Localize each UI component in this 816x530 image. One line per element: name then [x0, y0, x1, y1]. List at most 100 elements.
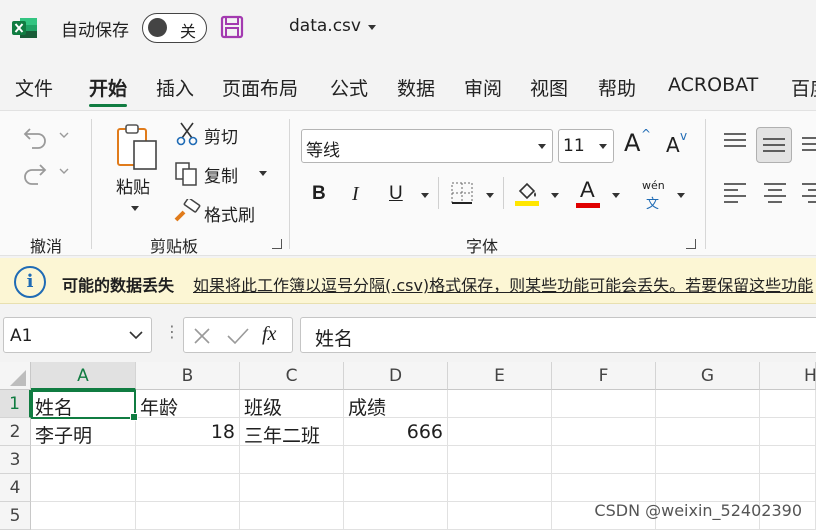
- cell-b2[interactable]: 18: [136, 418, 240, 446]
- decrease-font-button[interactable]: A: [666, 133, 680, 157]
- tab-help[interactable]: 帮助: [598, 74, 636, 101]
- format-painter-icon[interactable]: [173, 199, 201, 223]
- insert-function-button[interactable]: fx: [262, 323, 276, 346]
- align-middle-button[interactable]: [756, 127, 792, 163]
- save-icon[interactable]: [220, 15, 244, 39]
- filename-dropdown-icon[interactable]: [368, 25, 376, 30]
- column-header-g[interactable]: G: [656, 362, 760, 390]
- cell-b4[interactable]: [136, 474, 240, 502]
- redo-icon[interactable]: [22, 159, 74, 185]
- cut-label[interactable]: 剪切: [204, 123, 238, 148]
- cell-g2[interactable]: [656, 418, 760, 446]
- formula-input[interactable]: 姓名: [300, 317, 816, 353]
- cell-b5[interactable]: [136, 502, 240, 530]
- underline-dropdown-icon[interactable]: [421, 193, 429, 198]
- column-header-h[interactable]: H: [760, 362, 816, 390]
- tab-home[interactable]: 开始: [89, 74, 128, 107]
- cell-h1[interactable]: [760, 390, 816, 418]
- font-size-select[interactable]: 11: [558, 129, 614, 163]
- cell-e5[interactable]: [448, 502, 552, 530]
- row-header-3[interactable]: 3: [0, 446, 31, 474]
- enter-check-icon[interactable]: [226, 326, 250, 346]
- paste-dropdown-icon[interactable]: [131, 206, 139, 211]
- phonetic-top[interactable]: wén: [642, 179, 665, 192]
- cell-e3[interactable]: [448, 446, 552, 474]
- paste-icon[interactable]: [114, 123, 160, 171]
- cell-e4[interactable]: [448, 474, 552, 502]
- cell-c3[interactable]: [240, 446, 344, 474]
- name-box[interactable]: A1: [3, 317, 152, 353]
- cell-b1[interactable]: 年龄: [136, 390, 240, 418]
- scissors-icon[interactable]: [176, 121, 198, 147]
- borders-dropdown-icon[interactable]: [486, 193, 494, 198]
- font-name-select[interactable]: 等线: [301, 129, 553, 163]
- cell-b3[interactable]: [136, 446, 240, 474]
- tab-insert[interactable]: 插入: [156, 74, 194, 101]
- cell-d4[interactable]: [344, 474, 448, 502]
- row-header-5[interactable]: 5: [0, 502, 31, 530]
- row-header-2[interactable]: 2: [0, 418, 31, 446]
- cell-d2[interactable]: 666: [344, 418, 448, 446]
- paste-label[interactable]: 粘贴: [116, 173, 150, 198]
- cell-g4[interactable]: [656, 474, 760, 502]
- autosave-toggle[interactable]: 关: [142, 13, 207, 43]
- cell-g3[interactable]: [656, 446, 760, 474]
- align-bottom-icon[interactable]: [800, 131, 816, 153]
- italic-button[interactable]: I: [352, 183, 359, 206]
- align-center-icon[interactable]: [762, 181, 788, 205]
- font-color-button[interactable]: A: [580, 177, 595, 203]
- file-name[interactable]: data.csv: [289, 16, 361, 36]
- underline-button[interactable]: U: [389, 183, 403, 205]
- tab-data[interactable]: 数据: [397, 74, 435, 101]
- cell-h3[interactable]: [760, 446, 816, 474]
- borders-icon[interactable]: [450, 181, 474, 205]
- increase-font-button[interactable]: A: [624, 129, 640, 157]
- cell-a3[interactable]: [31, 446, 136, 474]
- cell-e1[interactable]: [448, 390, 552, 418]
- copy-label[interactable]: 复制: [204, 162, 238, 187]
- cell-a4[interactable]: [31, 474, 136, 502]
- column-header-c[interactable]: C: [240, 362, 344, 390]
- undo-icon[interactable]: [22, 123, 74, 149]
- cell-a2[interactable]: 李子明: [31, 418, 136, 446]
- cell-f2[interactable]: [552, 418, 656, 446]
- bold-button[interactable]: B: [312, 183, 326, 205]
- cell-h4[interactable]: [760, 474, 816, 502]
- tab-formulas[interactable]: 公式: [330, 74, 368, 101]
- row-header-4[interactable]: 4: [0, 474, 31, 502]
- cancel-icon[interactable]: [192, 326, 212, 346]
- font-launcher-icon[interactable]: [686, 239, 696, 249]
- align-top-icon[interactable]: [722, 131, 748, 153]
- tab-view[interactable]: 视图: [530, 74, 568, 101]
- align-left-icon[interactable]: [722, 181, 748, 205]
- tab-review[interactable]: 审阅: [464, 74, 502, 101]
- cell-e2[interactable]: [448, 418, 552, 446]
- cell-d3[interactable]: [344, 446, 448, 474]
- info-message-link[interactable]: 如果将此工作簿以逗号分隔(.csv)格式保存，则某些功能可能会丢失。若要保留这些…: [193, 272, 813, 296]
- column-header-a[interactable]: A: [31, 362, 136, 390]
- row-header-1[interactable]: 1: [0, 390, 31, 418]
- align-right-icon[interactable]: [800, 181, 816, 205]
- cell-c5[interactable]: [240, 502, 344, 530]
- column-header-d[interactable]: D: [344, 362, 448, 390]
- font-color-dropdown-icon[interactable]: [612, 193, 620, 198]
- phonetic-bottom[interactable]: 文: [646, 193, 659, 212]
- cell-f4[interactable]: [552, 474, 656, 502]
- column-header-e[interactable]: E: [448, 362, 552, 390]
- grip-dots-icon[interactable]: ⋮: [164, 322, 180, 341]
- cell-c4[interactable]: [240, 474, 344, 502]
- cell-c1[interactable]: 班级: [240, 390, 344, 418]
- clipboard-launcher-icon[interactable]: [272, 239, 282, 249]
- tab-baidu[interactable]: 百度: [791, 74, 816, 101]
- cell-f1[interactable]: [552, 390, 656, 418]
- cell-a1[interactable]: 姓名: [31, 390, 136, 418]
- cell-d5[interactable]: [344, 502, 448, 530]
- format-painter-label[interactable]: 格式刷: [204, 201, 255, 226]
- column-header-f[interactable]: F: [552, 362, 656, 390]
- fill-color-dropdown-icon[interactable]: [551, 193, 559, 198]
- copy-dropdown-icon[interactable]: [259, 171, 267, 176]
- cell-c2[interactable]: 三年二班: [240, 418, 344, 446]
- tab-acrobat[interactable]: ACROBAT: [668, 74, 758, 96]
- copy-icon[interactable]: [174, 161, 200, 187]
- cell-d1[interactable]: 成绩: [344, 390, 448, 418]
